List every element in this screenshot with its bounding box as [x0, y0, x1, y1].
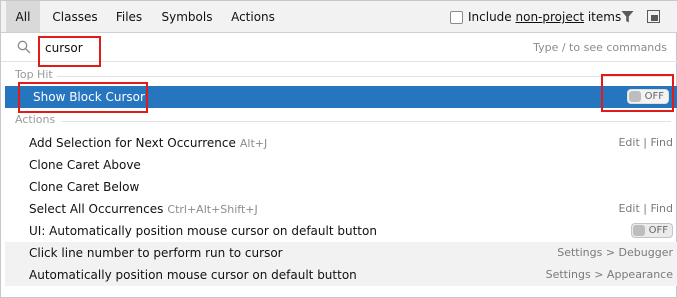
- section-top-hit: Top Hit: [1, 68, 677, 84]
- pin-icon[interactable]: [647, 10, 660, 23]
- search-row: Type / to see commands: [1, 34, 677, 62]
- action-row[interactable]: Select All Occurrences Ctrl+Alt+Shift+J E…: [5, 198, 677, 220]
- toggle-knob: [633, 225, 645, 236]
- section-divider: [57, 76, 671, 77]
- action-row[interactable]: Automatically position mouse cursor on d…: [5, 264, 677, 286]
- action-name: Select All Occurrences: [29, 202, 164, 216]
- toggle-state: OFF: [648, 225, 668, 236]
- section-top-hit-label: Top Hit: [15, 68, 53, 81]
- section-actions-label: Actions: [15, 113, 56, 126]
- action-toggle[interactable]: OFF: [631, 223, 673, 238]
- tab-all[interactable]: All: [6, 1, 40, 32]
- top-hit-row[interactable]: Show Block Cursor OFF: [5, 86, 677, 108]
- action-label: Select All Occurrences Ctrl+Alt+Shift+J: [29, 202, 258, 216]
- top-hit-label: Show Block Cursor: [33, 90, 145, 104]
- action-name: Clone Caret Below: [29, 180, 140, 194]
- action-location: Edit | Find: [618, 202, 673, 215]
- toggle-knob: [629, 91, 641, 102]
- section-actions: Actions: [1, 113, 677, 129]
- include-label-mnemonic: non-project: [515, 10, 585, 24]
- action-row[interactable]: Clone Caret Below: [5, 176, 677, 198]
- search-icon: [17, 40, 31, 54]
- search-input[interactable]: [45, 38, 245, 58]
- action-location: Settings > Appearance: [545, 268, 673, 281]
- action-location: Settings > Debugger: [557, 246, 673, 259]
- toggle-state: OFF: [644, 91, 664, 102]
- include-non-project-label: Include non-project items: [468, 10, 621, 24]
- action-name: Add Selection for Next Occurrence: [29, 136, 236, 150]
- action-location: Edit | Find: [618, 136, 673, 149]
- section-divider: [61, 121, 671, 122]
- tab-symbols[interactable]: Symbols: [155, 1, 219, 32]
- action-name: Automatically position mouse cursor on d…: [29, 268, 357, 282]
- filter-icon[interactable]: [621, 10, 634, 24]
- search-everywhere-popup: All Classes Files Symbols Actions Includ…: [0, 0, 677, 298]
- action-shortcut: Alt+J: [239, 137, 268, 150]
- action-row[interactable]: Clone Caret Above: [5, 154, 677, 176]
- include-non-project-option[interactable]: Include non-project items: [450, 8, 621, 26]
- action-label: Add Selection for Next Occurrence Alt+J: [29, 136, 267, 150]
- tab-actions[interactable]: Actions: [225, 1, 281, 32]
- top-hit-toggle[interactable]: OFF: [627, 89, 669, 104]
- action-row[interactable]: UI: Automatically position mouse cursor …: [5, 220, 677, 242]
- tab-classes[interactable]: Classes: [45, 1, 105, 32]
- action-row[interactable]: Add Selection for Next Occurrence Alt+J E…: [5, 132, 677, 154]
- include-label-after: items: [584, 10, 622, 24]
- search-hint: Type / to see commands: [533, 41, 667, 54]
- action-name: Click line number to perform run to curs…: [29, 246, 283, 260]
- action-shortcut: Ctrl+Alt+Shift+J: [167, 203, 258, 216]
- include-label-before: Include: [468, 10, 516, 24]
- include-non-project-checkbox[interactable]: [450, 10, 463, 24]
- tab-files[interactable]: Files: [109, 1, 149, 32]
- action-name: Clone Caret Above: [29, 158, 141, 172]
- action-row[interactable]: Click line number to perform run to curs…: [5, 242, 677, 264]
- tab-bar: All Classes Files Symbols Actions Includ…: [1, 1, 677, 33]
- action-name: UI: Automatically position mouse cursor …: [29, 224, 377, 238]
